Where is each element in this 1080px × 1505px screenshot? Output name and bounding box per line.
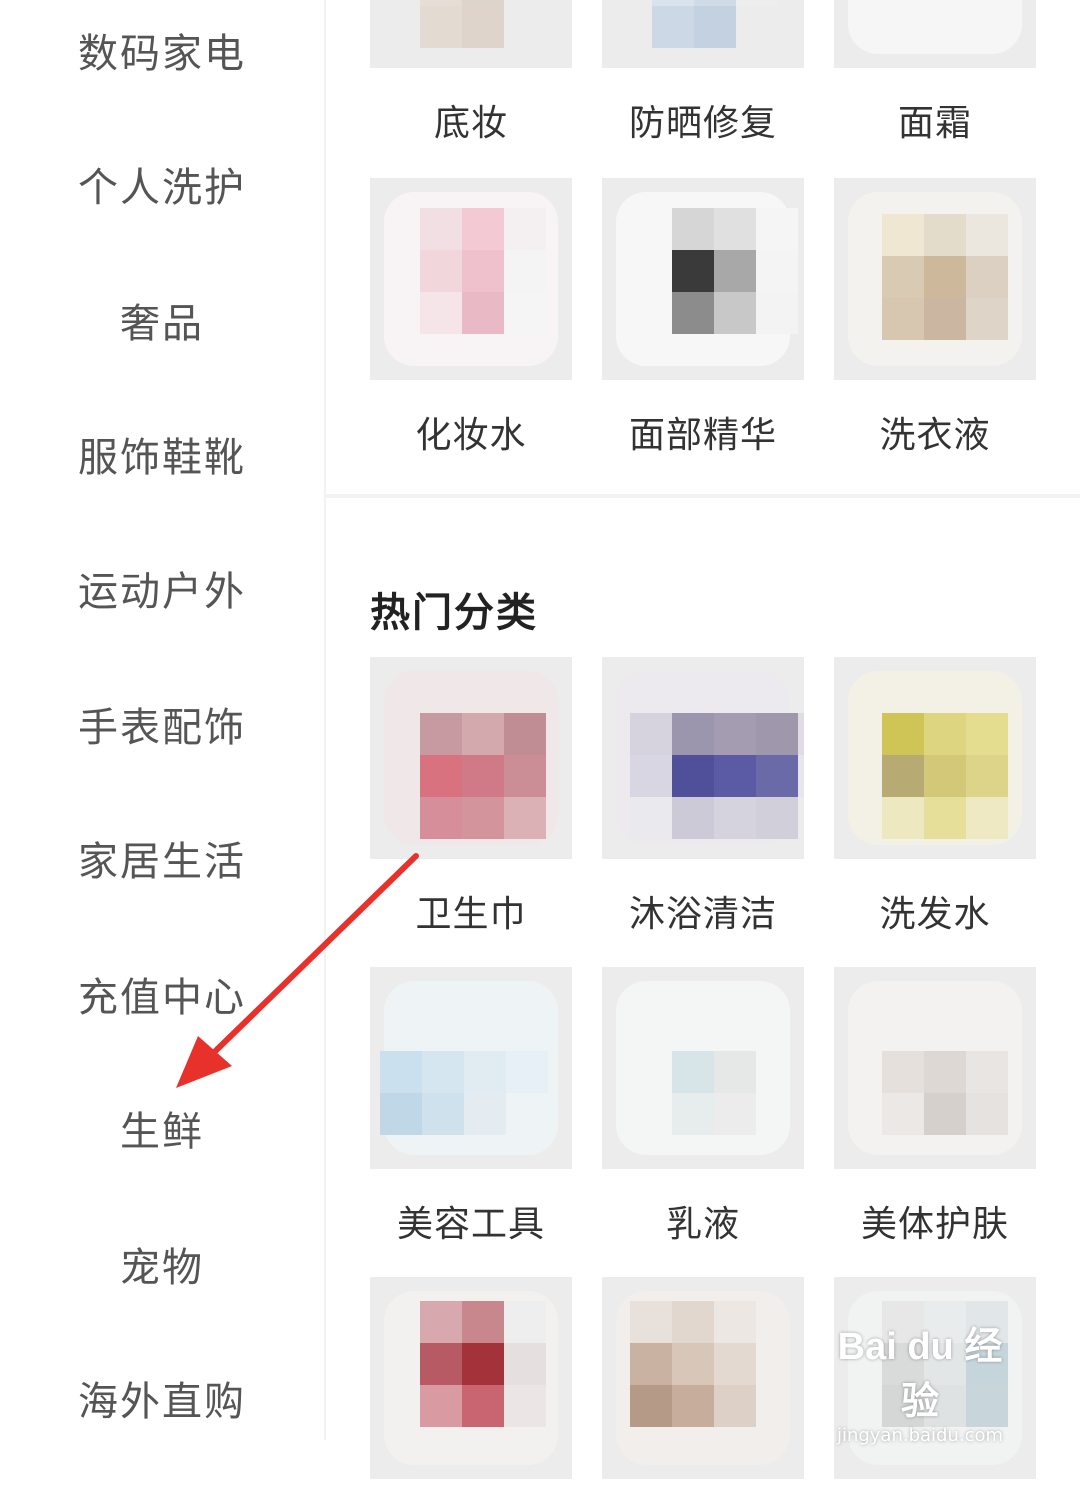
product-thumbnail (370, 1277, 572, 1479)
tile-label: 化妆水 (415, 415, 527, 456)
tile-label: 底妆 (433, 103, 508, 144)
product-thumbnail (370, 178, 572, 380)
product-thumbnail (602, 657, 804, 859)
sidebar-item-overseas[interactable]: 海外直购 (0, 1348, 324, 1448)
sidebar-item-label: 充值中心 (78, 975, 246, 1021)
product-thumbnail (602, 178, 804, 380)
section-title-hot-categories: 热门分类 (370, 590, 538, 636)
sidebar-item-label: 家居生活 (78, 839, 246, 885)
category-tile-sunscreen[interactable]: 防晒修复 (602, 0, 804, 146)
watermark-logo: Bai du 经验 (837, 1326, 1003, 1423)
tile-label: 美容工具 (396, 1204, 545, 1245)
sidebar-item-recharge[interactable]: 充值中心 (0, 944, 324, 1044)
sidebar-item-label: 服饰鞋靴 (78, 435, 246, 481)
tile-label: 卫生巾 (415, 894, 527, 935)
category-content: 底妆 防晒修复 面霜 化妆水 面部精华 洗衣液 热门分类 卫生巾 沐浴清洁 洗发… (326, 0, 1080, 1479)
sidebar-item-fresh[interactable]: 生鲜 (0, 1078, 324, 1178)
category-tile-face-cream[interactable]: 面霜 (834, 0, 1036, 146)
sidebar-item-sports[interactable]: 运动户外 (0, 538, 324, 638)
product-thumbnail (834, 967, 1036, 1169)
sidebar-item-label: 运动户外 (78, 569, 246, 615)
product-thumbnail (370, 0, 572, 68)
sidebar-item-luxury[interactable]: 奢品 (0, 270, 324, 370)
tile-label: 防晒修复 (628, 103, 777, 144)
category-tile-beauty-tools[interactable]: 美容工具 (370, 967, 572, 1247)
product-thumbnail (370, 967, 572, 1169)
product-thumbnail (834, 178, 1036, 380)
tile-label: 沐浴清洁 (628, 894, 777, 935)
category-tile-toner[interactable]: 化妆水 (370, 178, 572, 458)
category-sidebar: 数码家电 个人洗护 奢品 服饰鞋靴 运动户外 手表配饰 家居生活 充值中心 生鲜… (0, 0, 324, 1440)
tile-label: 面霜 (897, 103, 972, 144)
sidebar-item-pets[interactable]: 宠物 (0, 1214, 324, 1314)
sidebar-item-watches[interactable]: 手表配饰 (0, 674, 324, 774)
sidebar-item-home[interactable]: 家居生活 (0, 808, 324, 908)
sidebar-item-label: 生鲜 (120, 1109, 204, 1155)
tile-label: 洗发水 (879, 894, 991, 935)
sidebar-item-personal-care[interactable]: 个人洗护 (0, 134, 324, 234)
section-divider (326, 494, 1080, 498)
sidebar-item-label: 宠物 (120, 1245, 204, 1291)
sidebar-item-label: 手表配饰 (78, 705, 246, 751)
product-thumbnail (602, 0, 804, 68)
product-thumbnail (834, 0, 1036, 68)
product-thumbnail (602, 967, 804, 1169)
tile-label: 面部精华 (628, 415, 777, 456)
category-tile-serum[interactable]: 面部精华 (602, 178, 804, 458)
category-tile-laundry-detergent[interactable]: 洗衣液 (834, 178, 1036, 458)
sidebar-item-label: 海外直购 (78, 1379, 246, 1425)
tile-label: 洗衣液 (879, 415, 991, 456)
tile-label: 美体护肤 (860, 1204, 1009, 1245)
category-tile[interactable] (370, 1277, 572, 1505)
sidebar-item-label: 个人洗护 (78, 165, 246, 211)
sidebar-item-label: 奢品 (120, 301, 204, 347)
product-thumbnail (370, 657, 572, 859)
watermark-url: jingyan.baidu.com (836, 1425, 1004, 1446)
sidebar-item-apparel[interactable]: 服饰鞋靴 (0, 404, 324, 504)
product-thumbnail (834, 657, 1036, 859)
category-tile[interactable] (602, 1277, 804, 1505)
category-tile-sanitary-pads[interactable]: 卫生巾 (370, 657, 572, 937)
category-tile-body-care[interactable]: 美体护肤 (834, 967, 1036, 1247)
product-thumbnail (602, 1277, 804, 1479)
category-tile-bath-cleansing[interactable]: 沐浴清洁 (602, 657, 804, 937)
tile-label: 乳液 (665, 1204, 740, 1245)
sidebar-item-digital[interactable]: 数码家电 (0, 0, 324, 100)
category-tile-lotion[interactable]: 乳液 (602, 967, 804, 1247)
sidebar-item-label: 数码家电 (78, 31, 246, 77)
category-tile-shampoo[interactable]: 洗发水 (834, 657, 1036, 937)
baidu-jingyan-watermark: Bai du 经验 jingyan.baidu.com (820, 1315, 1020, 1446)
category-tile-foundation[interactable]: 底妆 (370, 0, 572, 146)
